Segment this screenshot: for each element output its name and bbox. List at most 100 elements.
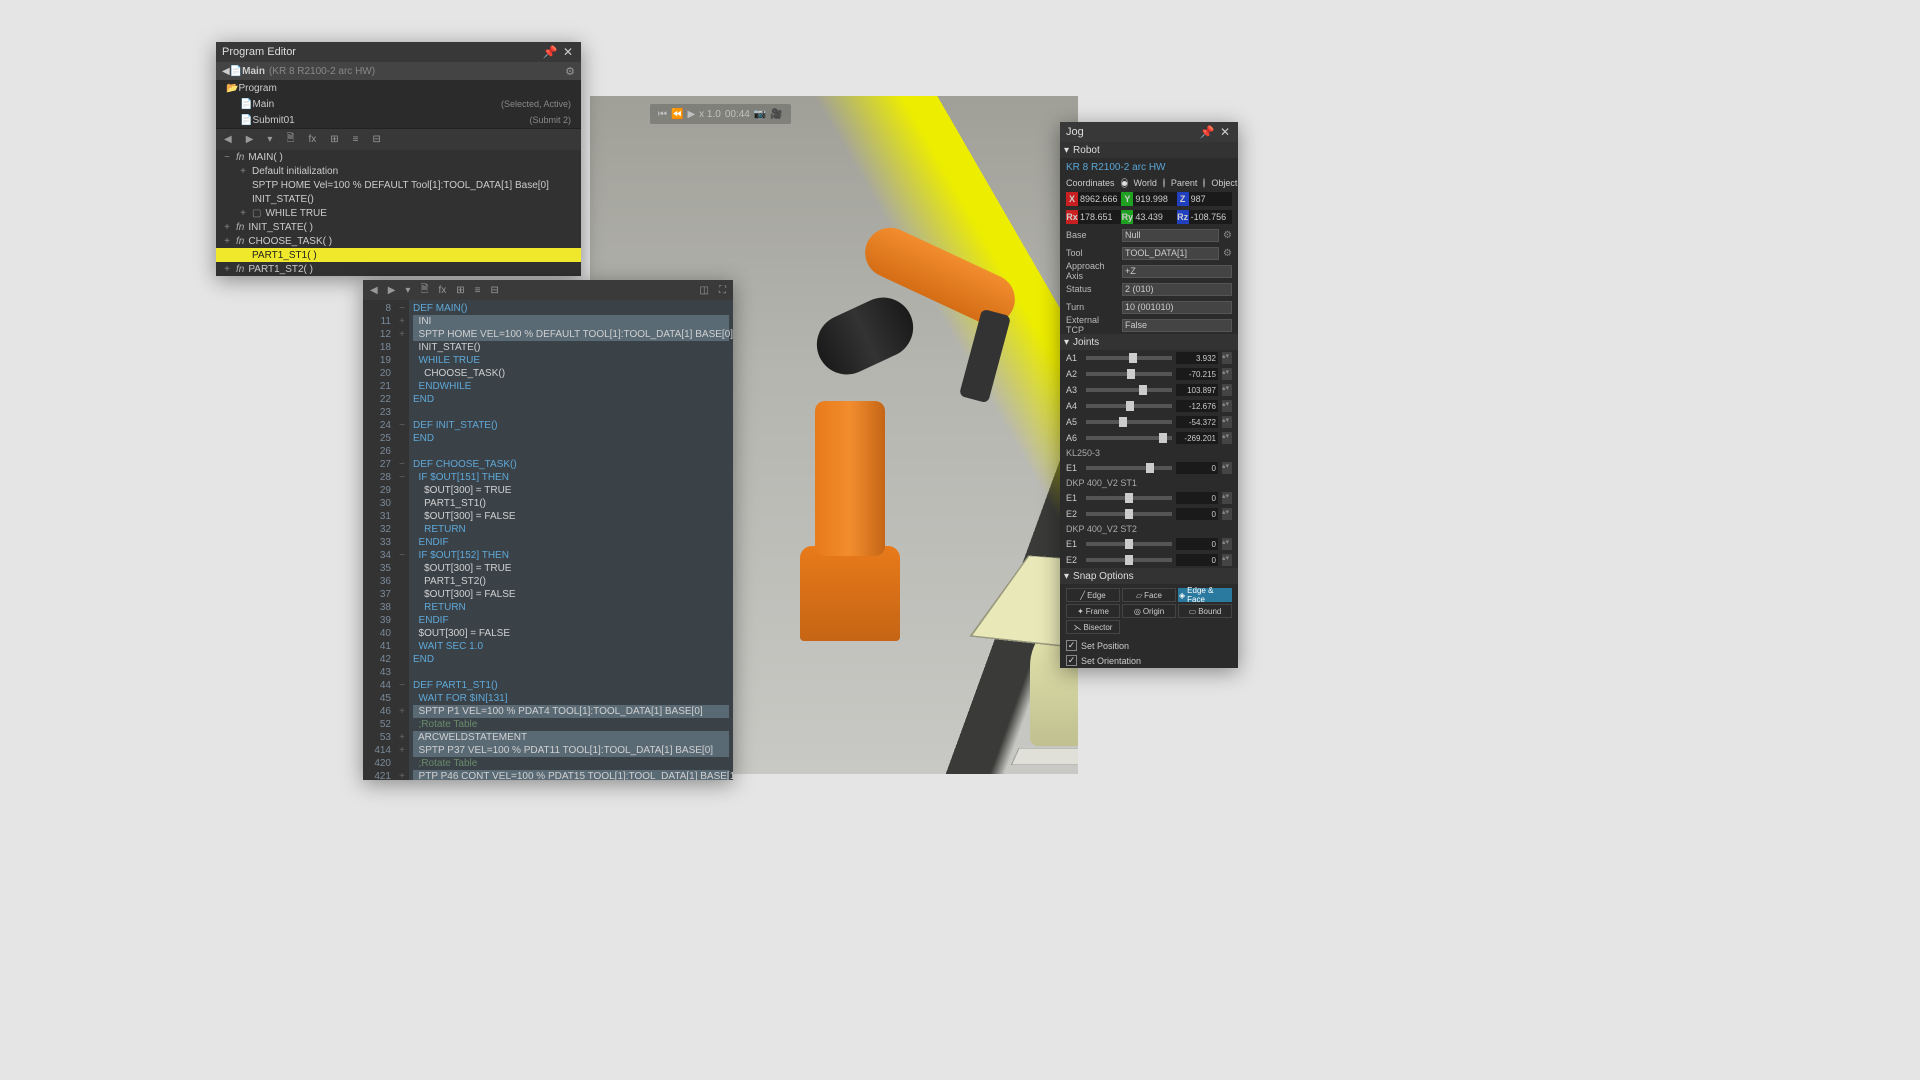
gear-icon[interactable]: ⚙ bbox=[1223, 248, 1232, 259]
joint-value[interactable]: 0 bbox=[1176, 554, 1218, 566]
snap-bound[interactable]: ▭Bound bbox=[1178, 604, 1232, 618]
z-value[interactable]: 987 bbox=[1189, 192, 1232, 206]
gear-icon[interactable]: ⚙ bbox=[565, 65, 575, 78]
tree-row[interactable]: INIT_STATE() bbox=[216, 192, 581, 206]
tool-list-icon[interactable]: ≡ bbox=[349, 132, 363, 147]
stepper-icon[interactable]: ▴▾ bbox=[1222, 416, 1232, 428]
tool-fold-icon[interactable]: ▾ bbox=[263, 132, 276, 147]
fold-gutter[interactable]: −++−−−−−+++++++++++++ bbox=[395, 300, 409, 780]
joint-value[interactable]: 0 bbox=[1176, 538, 1218, 550]
tree-row[interactable]: +fnCHOOSE_TASK( ) bbox=[216, 234, 581, 248]
pin-icon[interactable]: 📌 bbox=[543, 45, 557, 59]
ry-value[interactable]: 43.439 bbox=[1133, 210, 1176, 224]
joint-value[interactable]: 0 bbox=[1176, 462, 1218, 474]
joints-section-header[interactable]: ▾ Joints bbox=[1060, 334, 1238, 350]
tree-row[interactable]: SPTP HOME Vel=100 % DEFAULT Tool[1]:TOOL… bbox=[216, 178, 581, 192]
tree-row[interactable]: +Default initialization bbox=[216, 164, 581, 178]
gear-icon[interactable]: ⚙ bbox=[1223, 230, 1232, 241]
stepper-icon[interactable]: ▴▾ bbox=[1222, 400, 1232, 412]
snap-bisector[interactable]: ⋋Bisector bbox=[1066, 620, 1120, 634]
step-back-icon[interactable]: ⏪ bbox=[671, 109, 683, 120]
nav-fwd-icon[interactable]: ▶ bbox=[242, 132, 258, 147]
nav-back-icon[interactable]: ◀ bbox=[220, 132, 236, 147]
rx-value[interactable]: 178.651 bbox=[1078, 210, 1121, 224]
tree-row[interactable]: −fnMAIN( ) bbox=[216, 150, 581, 164]
joint-slider[interactable] bbox=[1086, 542, 1172, 546]
code-body[interactable]: 8111218192021222324252627282930313233343… bbox=[363, 300, 733, 780]
tree-row[interactable]: +▢WHILE TRUE bbox=[216, 206, 581, 220]
snap-frame[interactable]: ✦Frame bbox=[1066, 604, 1120, 618]
stepper-icon[interactable]: ▴▾ bbox=[1222, 462, 1232, 474]
stepper-icon[interactable]: ▴▾ bbox=[1222, 554, 1232, 566]
robot-model[interactable] bbox=[720, 246, 1000, 646]
program-submit-row[interactable]: 📄 Submit01 (Submit 2) bbox=[216, 112, 581, 128]
joint-value[interactable]: 0 bbox=[1176, 508, 1218, 520]
stepper-icon[interactable]: ▴▾ bbox=[1222, 538, 1232, 550]
snap-edge[interactable]: ╱Edge bbox=[1066, 588, 1120, 602]
stepper-icon[interactable]: ▴▾ bbox=[1222, 384, 1232, 396]
code-text[interactable]: DEF MAIN() INI SPTP HOME VEL=100 % DEFAU… bbox=[409, 300, 733, 780]
joint-slider[interactable] bbox=[1086, 436, 1172, 440]
program-subheader[interactable]: ◀ 📄 Main (KR 8 R2100-2 arc HW) ⚙ bbox=[216, 62, 581, 80]
joint-slider[interactable] bbox=[1086, 466, 1172, 470]
split-icon[interactable]: ◫ bbox=[697, 284, 712, 297]
joint-value[interactable]: -70.215 bbox=[1176, 368, 1218, 380]
x-value[interactable]: 8962.666 bbox=[1078, 192, 1121, 206]
dd-icon[interactable]: ▾ bbox=[402, 284, 413, 297]
checkbox-icon[interactable]: ✓ bbox=[1066, 640, 1077, 651]
tool-grid-icon[interactable]: ⊟ bbox=[369, 132, 385, 147]
joint-slider[interactable] bbox=[1086, 420, 1172, 424]
list-icon[interactable]: ≡ bbox=[472, 284, 484, 297]
snap-section-header[interactable]: ▾ Snap Options bbox=[1060, 568, 1238, 584]
set-orientation-check[interactable]: ✓ Set Orientation bbox=[1060, 653, 1238, 668]
rewind-icon[interactable]: ⏮ bbox=[658, 109, 667, 120]
joint-slider[interactable] bbox=[1086, 388, 1172, 392]
stepper-icon[interactable]: ▴▾ bbox=[1222, 508, 1232, 520]
fx-icon[interactable]: fx bbox=[435, 284, 449, 297]
joint-value[interactable]: -54.372 bbox=[1176, 416, 1218, 428]
stepper-icon[interactable]: ▴▾ bbox=[1222, 432, 1232, 444]
pin-icon[interactable]: 📌 bbox=[1200, 125, 1214, 139]
record-icon[interactable]: 🎥 bbox=[770, 109, 782, 120]
tool-fx-icon[interactable]: fx bbox=[304, 132, 320, 147]
joint-slider[interactable] bbox=[1086, 512, 1172, 516]
joint-value[interactable]: 103.897 bbox=[1176, 384, 1218, 396]
program-main-row[interactable]: 📄 Main (Selected, Active) bbox=[216, 96, 581, 112]
tree-row[interactable]: PART1_ST1( ) bbox=[216, 248, 581, 262]
joint-slider[interactable] bbox=[1086, 372, 1172, 376]
tool-dropdown[interactable]: TOOL_DATA[1] bbox=[1122, 247, 1219, 260]
joint-slider[interactable] bbox=[1086, 404, 1172, 408]
tree-row[interactable]: +fnINIT_STATE( ) bbox=[216, 220, 581, 234]
max-icon[interactable]: ⛶ bbox=[716, 284, 729, 297]
play-icon[interactable]: ▶ bbox=[687, 109, 695, 120]
robot-section-header[interactable]: ▾ Robot bbox=[1060, 142, 1238, 158]
nav-back-icon[interactable]: ◀ bbox=[367, 284, 381, 297]
joint-value[interactable]: -269.201 bbox=[1176, 432, 1218, 444]
rz-value[interactable]: -108.756 bbox=[1189, 210, 1232, 224]
close-icon[interactable]: ✕ bbox=[561, 45, 575, 59]
back-icon[interactable]: ◀ bbox=[222, 66, 230, 77]
grid-icon[interactable]: ⊟ bbox=[488, 284, 502, 297]
close-icon[interactable]: ✕ bbox=[1218, 125, 1232, 139]
y-value[interactable]: 919.998 bbox=[1133, 192, 1176, 206]
radio-object[interactable] bbox=[1203, 178, 1205, 188]
stepper-icon[interactable]: ▴▾ bbox=[1222, 492, 1232, 504]
base-dropdown[interactable]: Null bbox=[1122, 229, 1219, 242]
status-dropdown[interactable]: 2 (010) bbox=[1122, 283, 1232, 296]
stepper-icon[interactable]: ▴▾ bbox=[1222, 368, 1232, 380]
joint-value[interactable]: 0 bbox=[1176, 492, 1218, 504]
program-folder-row[interactable]: 📂 Program bbox=[216, 80, 581, 96]
radio-parent[interactable] bbox=[1163, 178, 1165, 188]
snap-origin[interactable]: ◎Origin bbox=[1122, 604, 1176, 618]
checkbox-icon[interactable]: ✓ bbox=[1066, 655, 1077, 666]
set-position-check[interactable]: ✓ Set Position bbox=[1060, 638, 1238, 653]
joint-value[interactable]: -12.676 bbox=[1176, 400, 1218, 412]
joint-slider[interactable] bbox=[1086, 356, 1172, 360]
tool-tree-icon[interactable]: ⊞ bbox=[326, 132, 342, 147]
program-editor-header[interactable]: Program Editor 📌 ✕ bbox=[216, 42, 581, 62]
tree-row[interactable]: +fnPART1_ST2( ) bbox=[216, 262, 581, 276]
tcp-dropdown[interactable]: False bbox=[1122, 319, 1232, 332]
tree-icon[interactable]: ⊞ bbox=[453, 284, 467, 297]
stepper-icon[interactable]: ▴▾ bbox=[1222, 352, 1232, 364]
radio-world[interactable] bbox=[1121, 178, 1128, 188]
